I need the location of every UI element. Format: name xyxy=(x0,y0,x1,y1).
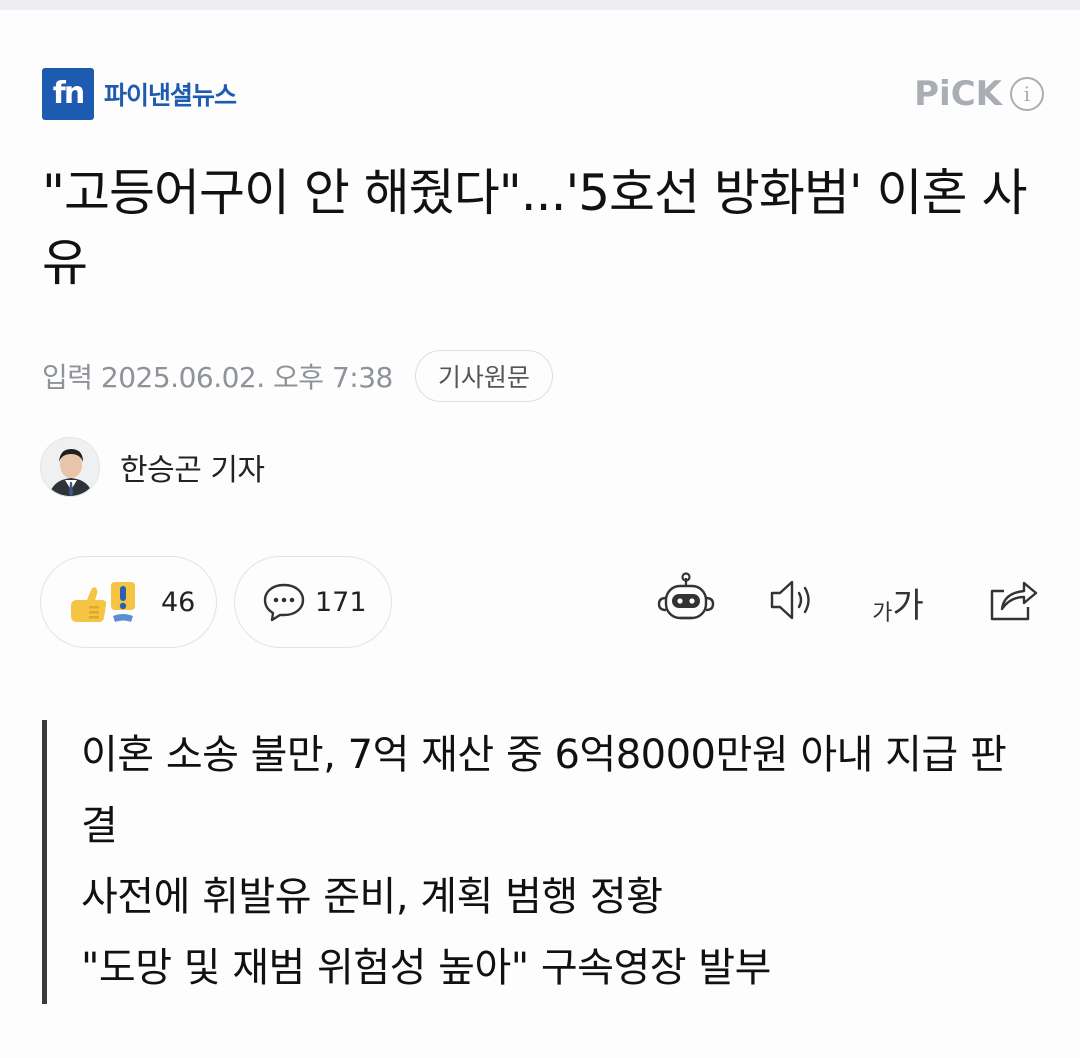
font-large-glyph: 가 xyxy=(892,585,924,626)
summary-bot-button[interactable] xyxy=(656,572,716,632)
summary-line: 이혼 소송 불만, 7억 재산 중 6억8000만원 아내 지급 판결 xyxy=(81,732,1007,849)
pick-label: PiCK xyxy=(914,74,1002,114)
article-headline: "고등어구이 안 해줬다"...'5호선 방화범' 이혼 사유 xyxy=(42,164,1027,292)
article-header: fn 파이낸셜뉴스 PiCK i xyxy=(42,68,1044,122)
share-button[interactable] xyxy=(982,572,1042,632)
comment-icon xyxy=(261,581,307,623)
comment-button[interactable]: 171 xyxy=(234,556,392,648)
summary-bot-icon xyxy=(656,572,716,632)
article-summary: 이혼 소송 불만, 7억 재산 중 6억8000만원 아내 지급 판결 사전에 … xyxy=(42,720,1032,1004)
publisher-logo[interactable]: fn 파이낸셜뉴스 xyxy=(42,68,237,120)
font-size-button[interactable]: 가 가 xyxy=(868,572,928,632)
comment-count: 171 xyxy=(315,586,367,618)
published-date: 입력 2025.06.02. 오후 7:38 xyxy=(42,361,393,394)
reaction-icon xyxy=(65,576,149,628)
pick-badge[interactable]: PiCK i xyxy=(914,72,1044,116)
info-icon[interactable]: i xyxy=(1010,77,1044,111)
reporter-avatar xyxy=(40,437,100,497)
reporter-info[interactable]: 한승곤 기자 xyxy=(40,436,265,498)
reaction-button[interactable]: 46 xyxy=(40,556,217,648)
summary-line: "도망 및 재범 위험성 높아" 구속영장 발부 xyxy=(81,945,771,991)
font-small-glyph: 가 xyxy=(872,600,893,626)
status-strip xyxy=(0,0,1080,10)
fn-logo-icon: fn xyxy=(42,68,94,120)
reporter-name: 한승곤 기자 xyxy=(120,453,265,488)
share-icon xyxy=(984,575,1040,629)
article-meta: 입력 2025.06.02. 오후 7:38 기사원문 xyxy=(42,348,553,404)
audio-icon xyxy=(766,576,822,628)
audio-button[interactable] xyxy=(764,572,824,632)
summary-line: 사전에 휘발유 준비, 계획 범행 정황 xyxy=(81,874,663,920)
font-size-icon: 가 가 xyxy=(872,578,924,627)
original-article-button[interactable]: 기사원문 xyxy=(414,350,553,402)
publisher-name: 파이낸셜뉴스 xyxy=(104,81,237,110)
reaction-count: 46 xyxy=(161,586,196,618)
